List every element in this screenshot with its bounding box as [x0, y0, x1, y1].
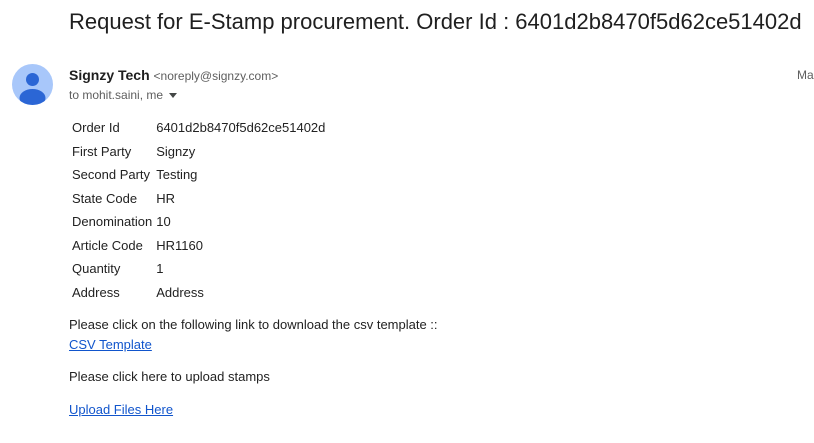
- email-date: Ma: [797, 68, 814, 82]
- detail-value: 6401d2b8470f5d62ce51402d: [156, 120, 326, 136]
- detail-label: Second Party: [72, 167, 151, 183]
- person-icon: [19, 73, 46, 105]
- detail-value: Testing: [156, 167, 198, 183]
- upload-instruction: Please click here to upload stamps: [69, 369, 270, 384]
- recipients-toggle[interactable]: to mohit.saini, me: [69, 86, 178, 104]
- table-row: State Code HR: [72, 190, 325, 209]
- detail-label: Quantity: [72, 261, 121, 277]
- table-row: Order Id 6401d2b8470f5d62ce51402d: [72, 119, 325, 138]
- detail-value: Address: [156, 284, 204, 300]
- sender-avatar[interactable]: [12, 64, 53, 105]
- csv-template-link[interactable]: CSV Template: [69, 336, 152, 354]
- detail-label: State Code: [72, 190, 138, 206]
- sender-line: Signzy Tech <noreply@signzy.com>: [69, 65, 278, 85]
- detail-label: First Party: [72, 143, 132, 159]
- detail-value: 10: [156, 214, 171, 230]
- table-row: Second Party Testing: [72, 166, 325, 185]
- chevron-down-icon[interactable]: [169, 92, 178, 98]
- sender-name[interactable]: Signzy Tech: [69, 67, 150, 83]
- detail-value: Signzy: [156, 143, 196, 159]
- table-row: Address Address: [72, 284, 325, 303]
- table-row: Article Code HR1160: [72, 237, 325, 256]
- detail-label: Order Id: [72, 120, 120, 136]
- csv-instruction: Please click on the following link to do…: [69, 317, 438, 332]
- detail-value: HR: [156, 190, 175, 206]
- table-row: First Party Signzy: [72, 143, 325, 162]
- detail-value: HR1160: [156, 237, 203, 253]
- detail-value: 1: [156, 261, 164, 277]
- detail-label: Address: [72, 284, 120, 300]
- sender-email: <noreply@signzy.com>: [153, 69, 279, 83]
- detail-label: Article Code: [72, 237, 143, 253]
- email-view: Request for E-Stamp procurement. Order I…: [0, 0, 814, 443]
- order-details-table: Order Id 6401d2b8470f5d62ce51402d First …: [69, 114, 328, 307]
- recipients-label: to mohit.saini, me: [69, 88, 164, 102]
- upload-files-link[interactable]: Upload Files Here: [69, 401, 173, 419]
- table-row: Quantity 1: [72, 260, 325, 279]
- table-row: Denomination 10: [72, 213, 325, 232]
- detail-label: Denomination: [72, 214, 153, 230]
- email-subject: Request for E-Stamp procurement. Order I…: [69, 9, 802, 34]
